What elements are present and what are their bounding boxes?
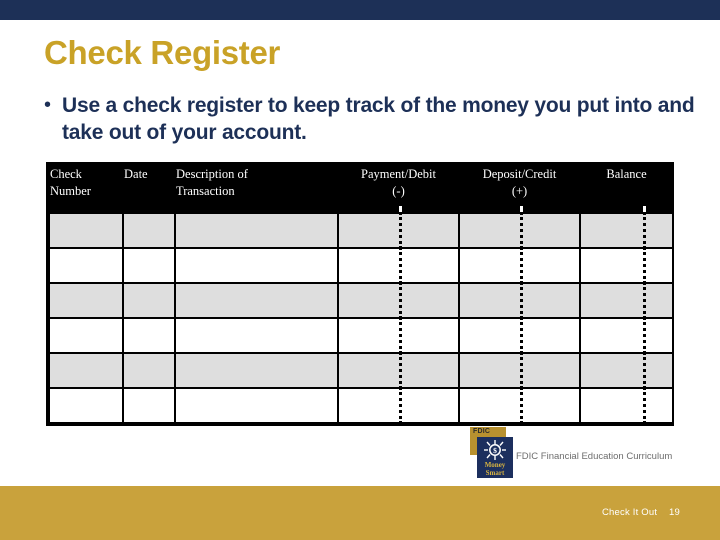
table-cell[interactable]: [48, 352, 124, 389]
table-cell[interactable]: [122, 387, 176, 424]
cents-divider-icon: [399, 282, 402, 319]
table-cell[interactable]: [48, 387, 124, 424]
bullet-list: • Use a check register to keep track of …: [44, 92, 716, 146]
top-accent-bar: [0, 0, 720, 20]
table-cell[interactable]: [579, 317, 674, 354]
footer-content: Check It Out 19: [602, 507, 680, 518]
cents-divider-icon: [399, 247, 402, 284]
cents-divider-icon: [520, 247, 523, 284]
logo-money-word: Money: [484, 461, 506, 469]
cents-divider-icon: [399, 212, 402, 249]
footer-bar: Check It Out 19: [0, 486, 720, 540]
cents-divider-icon: [643, 317, 646, 354]
table-cell[interactable]: [174, 387, 339, 424]
table-cell[interactable]: [458, 282, 581, 319]
table-cell[interactable]: [174, 247, 339, 284]
table-cell[interactable]: [579, 282, 674, 319]
table-cell[interactable]: [48, 247, 124, 284]
table-cell[interactable]: [579, 352, 674, 389]
column-header-deposit-credit: Deposit/Credit (+): [458, 164, 581, 214]
table-cell[interactable]: [48, 282, 124, 319]
table-cell[interactable]: [48, 317, 124, 354]
cents-divider-icon: [520, 352, 523, 389]
table-cell[interactable]: [337, 387, 460, 424]
logo-smart-word: Smart: [485, 469, 505, 477]
table-cell[interactable]: [174, 317, 339, 354]
table-row[interactable]: [48, 387, 674, 424]
column-header-description: Description of Transaction: [174, 164, 339, 214]
cents-divider-icon: [520, 212, 523, 249]
cents-divider-icon: [520, 282, 523, 319]
cents-divider-icon: [643, 387, 646, 424]
page-number: 19: [669, 507, 680, 518]
table-cell[interactable]: [337, 352, 460, 389]
cents-divider-icon: [520, 317, 523, 354]
table-cell[interactable]: [48, 212, 124, 249]
header-line-1: Description of: [176, 167, 248, 181]
table-cell[interactable]: [122, 282, 176, 319]
header-line-2: Transaction: [176, 184, 235, 198]
table-cell[interactable]: [337, 282, 460, 319]
table-cell[interactable]: [174, 282, 339, 319]
table-row[interactable]: [48, 247, 674, 284]
header-line-2: Number: [50, 184, 91, 198]
table-row[interactable]: [48, 352, 674, 389]
column-header-balance: Balance: [579, 164, 674, 214]
bullet-text: Use a check register to keep track of th…: [62, 94, 695, 144]
table-cell[interactable]: [579, 212, 674, 249]
footer-label: Check It Out: [601, 507, 658, 518]
table-cell[interactable]: [458, 247, 581, 284]
check-register-table: Check Number Date Description of Transac…: [46, 162, 674, 426]
header-line-1: Date: [124, 167, 148, 181]
table-cell[interactable]: [579, 387, 674, 424]
table-cell[interactable]: [458, 387, 581, 424]
cents-divider-icon: [643, 212, 646, 249]
header-line-2: (-): [392, 184, 405, 198]
header-line-1: Check: [50, 167, 82, 181]
table-header-row: Check Number Date Description of Transac…: [48, 164, 674, 214]
table-cell[interactable]: [458, 317, 581, 354]
logo-fdic-label: FDIC: [473, 428, 491, 435]
table-body: [48, 212, 674, 424]
cents-divider-icon: [399, 317, 402, 354]
table-cell[interactable]: [122, 352, 176, 389]
table-cell[interactable]: [337, 317, 460, 354]
table-cell[interactable]: [458, 352, 581, 389]
table-cell[interactable]: [337, 247, 460, 284]
cents-divider-icon: [399, 387, 402, 424]
table-row[interactable]: [48, 317, 674, 354]
page-title: Check Register: [44, 34, 281, 71]
column-header-date: Date: [122, 164, 176, 214]
table-row[interactable]: [48, 282, 674, 319]
cents-divider-icon: [399, 352, 402, 389]
table-cell[interactable]: [122, 212, 176, 249]
svg-text:$: $: [493, 446, 497, 455]
table-cell[interactable]: [579, 247, 674, 284]
logo-money-smart-text: Money Smart: [477, 461, 513, 477]
table-cell[interactable]: [337, 212, 460, 249]
table-cell[interactable]: [174, 352, 339, 389]
table-cell[interactable]: [122, 247, 176, 284]
cents-divider-icon: [643, 282, 646, 319]
sun-icon: $: [477, 438, 513, 462]
list-item: • Use a check register to keep track of …: [44, 92, 716, 146]
table-cell[interactable]: [174, 212, 339, 249]
bullet-marker-icon: •: [44, 94, 52, 116]
column-header-check-number: Check Number: [48, 164, 124, 214]
table-row[interactable]: [48, 212, 674, 249]
cents-divider-icon: [643, 352, 646, 389]
fdic-money-smart-logo: FDIC $ Money Smart FDIC Financial Educat…: [468, 425, 718, 483]
cents-divider-icon: [520, 387, 523, 424]
header-line-1: Deposit/Credit: [482, 167, 557, 181]
logo-caption: FDIC Financial Education Curriculum: [516, 451, 673, 462]
table-cell[interactable]: [458, 212, 581, 249]
slide-content: Check Register • Use a check register to…: [0, 20, 720, 486]
cents-divider-icon: [643, 247, 646, 284]
column-header-payment-debit: Payment/Debit (-): [337, 164, 460, 214]
header-line-2: (+): [511, 184, 528, 198]
table-cell[interactable]: [122, 317, 176, 354]
header-line-1: Balance: [606, 167, 647, 181]
header-line-1: Payment/Debit: [361, 167, 436, 181]
